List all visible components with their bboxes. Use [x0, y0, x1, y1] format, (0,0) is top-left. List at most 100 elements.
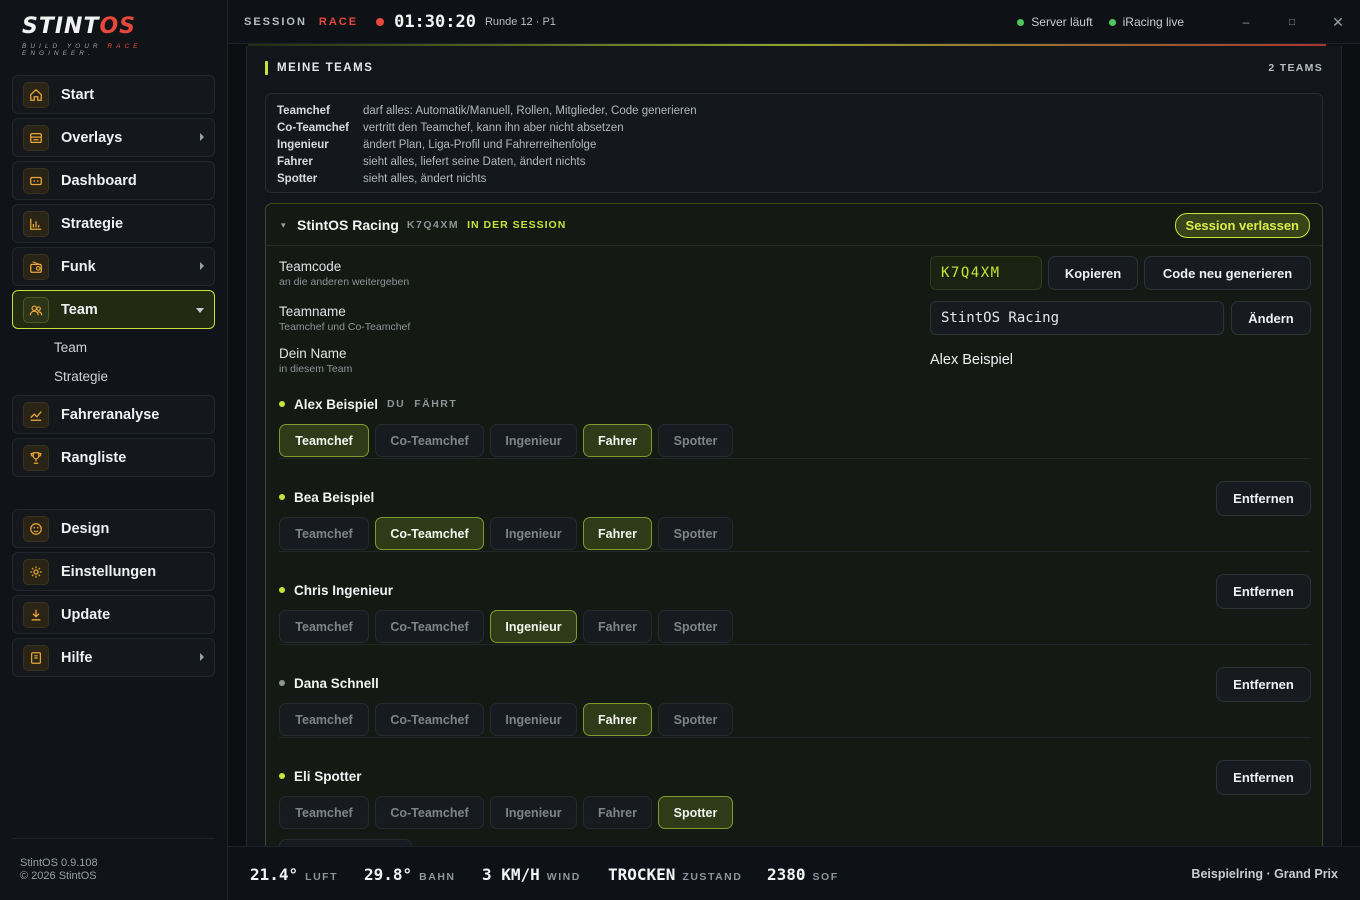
- role-button-ingenieur[interactable]: Ingenieur: [490, 703, 577, 736]
- role-button-co-teamchef[interactable]: Co-Teamchef: [375, 796, 484, 829]
- team-code-badge: K7Q4XM: [406, 218, 460, 231]
- role-button-fahrer[interactable]: Fahrer: [583, 796, 652, 829]
- role-button-ingenieur[interactable]: Ingenieur: [490, 517, 577, 550]
- role-button-teamchef[interactable]: Teamchef: [279, 796, 369, 829]
- member-row: Alex Beispiel DU FÄHRT Teamchef Co-Teamchef I…: [279, 396, 1311, 457]
- chevron-right-icon: [200, 262, 204, 270]
- member-row: Chris Ingenieur Teamchef Co-Teamchef Ingeni…: [279, 574, 1311, 643]
- sidebar-item-label: Hilfe: [61, 649, 93, 666]
- sidebar-item-hilfe[interactable]: Hilfe: [12, 638, 215, 677]
- sidebar-item-start[interactable]: Start: [12, 75, 215, 114]
- role-button-teamchef[interactable]: Teamchef: [279, 610, 369, 643]
- overlay-icon: [23, 124, 49, 151]
- sidebar-item-label: Start: [61, 86, 95, 103]
- sidebar-subitem-team[interactable]: Team: [12, 333, 215, 362]
- role-button-spotter[interactable]: Spotter: [658, 796, 733, 829]
- role-selector: Teamchef Co-Teamchef Ingenieur Fahrer Spotte…: [279, 610, 1311, 643]
- air-temp: 21.4° LUFT: [250, 865, 338, 884]
- radio-icon: [23, 253, 49, 280]
- teamname-field: Teamname Teamchef und Co-Teamchef: [279, 304, 411, 333]
- sidebar-item-design[interactable]: Design: [12, 509, 215, 548]
- role-info-row: Spotter sieht alles, ändert nichts: [277, 172, 487, 185]
- sidebar-item-label: Team: [61, 301, 98, 318]
- logo-tagline: BUILD YOUR RACE ENGINEER.: [22, 43, 142, 57]
- chart-icon: [23, 210, 49, 237]
- change-name-button[interactable]: Ändern: [1231, 301, 1311, 335]
- role-button-teamchef[interactable]: Teamchef: [279, 517, 369, 550]
- role-selector: Teamchef Co-Teamchef Ingenieur Fahrer Spotte…: [279, 517, 1311, 550]
- member-header: Chris Ingenieur: [279, 582, 1311, 598]
- myname-field: Dein Name in diesem Team: [279, 346, 353, 375]
- remove-member-button[interactable]: Entfernen: [1216, 481, 1311, 516]
- copy-code-button[interactable]: Kopieren: [1048, 256, 1138, 290]
- role-button-spotter[interactable]: Spotter: [658, 703, 733, 736]
- teamname-input[interactable]: StintOS Racing: [930, 301, 1224, 335]
- sidebar-item-strategie[interactable]: Strategie: [12, 204, 215, 243]
- sidebar-item-dashboard[interactable]: Dashboard: [12, 161, 215, 200]
- role-button-fahrer[interactable]: Fahrer: [583, 424, 652, 457]
- sidebar-item-funk[interactable]: Funk: [12, 247, 215, 286]
- role-button-teamchef[interactable]: Teamchef: [279, 703, 369, 736]
- minimize-button[interactable]: –: [1236, 12, 1256, 32]
- online-dot-icon: [279, 680, 285, 686]
- track-name: Beispielring · Grand Prix: [1191, 867, 1338, 881]
- add-member-button[interactable]: [279, 839, 412, 846]
- sidebar-item-label: Design: [61, 520, 110, 537]
- role-button-fahrer[interactable]: Fahrer: [583, 517, 652, 550]
- role-button-co-teamchef[interactable]: Co-Teamchef: [375, 610, 484, 643]
- sidebar-footer: StintOS 0.9.108 © 2026 StintOS: [12, 838, 215, 883]
- sidebar-item-team[interactable]: Team: [12, 290, 215, 329]
- remove-member-button[interactable]: Entfernen: [1216, 574, 1311, 609]
- team-card-header[interactable]: ▾ StintOS Racing K7Q4XM IN DER SESSION S…: [266, 204, 1322, 246]
- role-selector: Teamchef Co-Teamchef Ingenieur Fahrer Spotte…: [279, 703, 1311, 736]
- sidebar-item-fahreranalyse[interactable]: Fahreranalyse: [12, 395, 215, 434]
- track-temp: 29.8° BAHN: [364, 865, 456, 884]
- maximize-button[interactable]: □: [1282, 12, 1302, 32]
- sidebar-item-label: Overlays: [61, 129, 123, 146]
- close-button[interactable]: ✕: [1328, 12, 1348, 32]
- role-info-row: Ingenieur ändert Plan, Liga-Profil und Fa…: [277, 138, 597, 151]
- iracing-status-dot-icon: [1108, 18, 1116, 26]
- server-status-dot-icon: [1017, 18, 1025, 26]
- sidebar-item-label: Strategie: [61, 215, 124, 232]
- version-label: StintOS 0.9.108: [20, 857, 98, 869]
- palette-icon: [23, 515, 49, 542]
- sidebar-item-einstellungen[interactable]: Einstellungen: [12, 552, 215, 591]
- sidebar-item-update[interactable]: Update: [12, 595, 215, 634]
- role-button-ingenieur[interactable]: Ingenieur: [490, 796, 577, 829]
- you-tag: DU: [387, 398, 406, 410]
- role-button-fahrer[interactable]: Fahrer: [583, 610, 652, 643]
- member-header: Eli Spotter: [279, 768, 1311, 784]
- role-button-co-teamchef[interactable]: Co-Teamchef: [375, 424, 484, 457]
- role-button-fahrer[interactable]: Fahrer: [583, 703, 652, 736]
- trophy-icon: [23, 444, 49, 471]
- app-window: STINTOS BUILD YOUR RACE ENGINEER. Start …: [0, 0, 1360, 900]
- role-button-spotter[interactable]: Spotter: [658, 517, 733, 550]
- role-button-ingenieur[interactable]: Ingenieur: [490, 610, 577, 643]
- download-icon: [23, 601, 49, 628]
- section-accent-bar: [265, 61, 268, 75]
- role-button-teamchef[interactable]: Teamchef: [279, 424, 369, 457]
- role-button-co-teamchef[interactable]: Co-Teamchef: [375, 703, 484, 736]
- team-name: StintOS Racing: [297, 216, 399, 233]
- sidebar-item-rangliste[interactable]: Rangliste: [12, 438, 215, 477]
- collapse-icon[interactable]: ▾: [281, 220, 287, 229]
- member-header: Bea Beispiel: [279, 489, 1311, 505]
- member-header: Alex Beispiel DU FÄHRT: [279, 396, 1311, 412]
- sidebar-nav: Start Overlays Dashboard Strategie Funk: [12, 75, 215, 681]
- member-row: Bea Beispiel Teamchef Co-Teamchef Ingenieur…: [279, 481, 1311, 550]
- leave-session-button[interactable]: Session verlassen: [1174, 213, 1310, 238]
- remove-member-button[interactable]: Entfernen: [1216, 760, 1311, 795]
- regenerate-code-button[interactable]: Code neu generieren: [1144, 256, 1311, 290]
- role-button-spotter[interactable]: Spotter: [658, 424, 733, 457]
- role-button-ingenieur[interactable]: Ingenieur: [490, 424, 577, 457]
- role-button-co-teamchef[interactable]: Co-Teamchef: [375, 517, 484, 550]
- remove-member-button[interactable]: Entfernen: [1216, 667, 1311, 702]
- role-info-row: Teamchef darf alles: Automatik/Manuell, R…: [277, 104, 697, 117]
- online-dot-icon: [279, 494, 285, 500]
- sidebar-subitem-strategie[interactable]: Strategie: [12, 362, 215, 391]
- role-button-spotter[interactable]: Spotter: [658, 610, 733, 643]
- online-dot-icon: [279, 773, 285, 779]
- sidebar-item-overlays[interactable]: Overlays: [12, 118, 215, 157]
- my-name-value: Alex Beispiel: [930, 352, 1014, 368]
